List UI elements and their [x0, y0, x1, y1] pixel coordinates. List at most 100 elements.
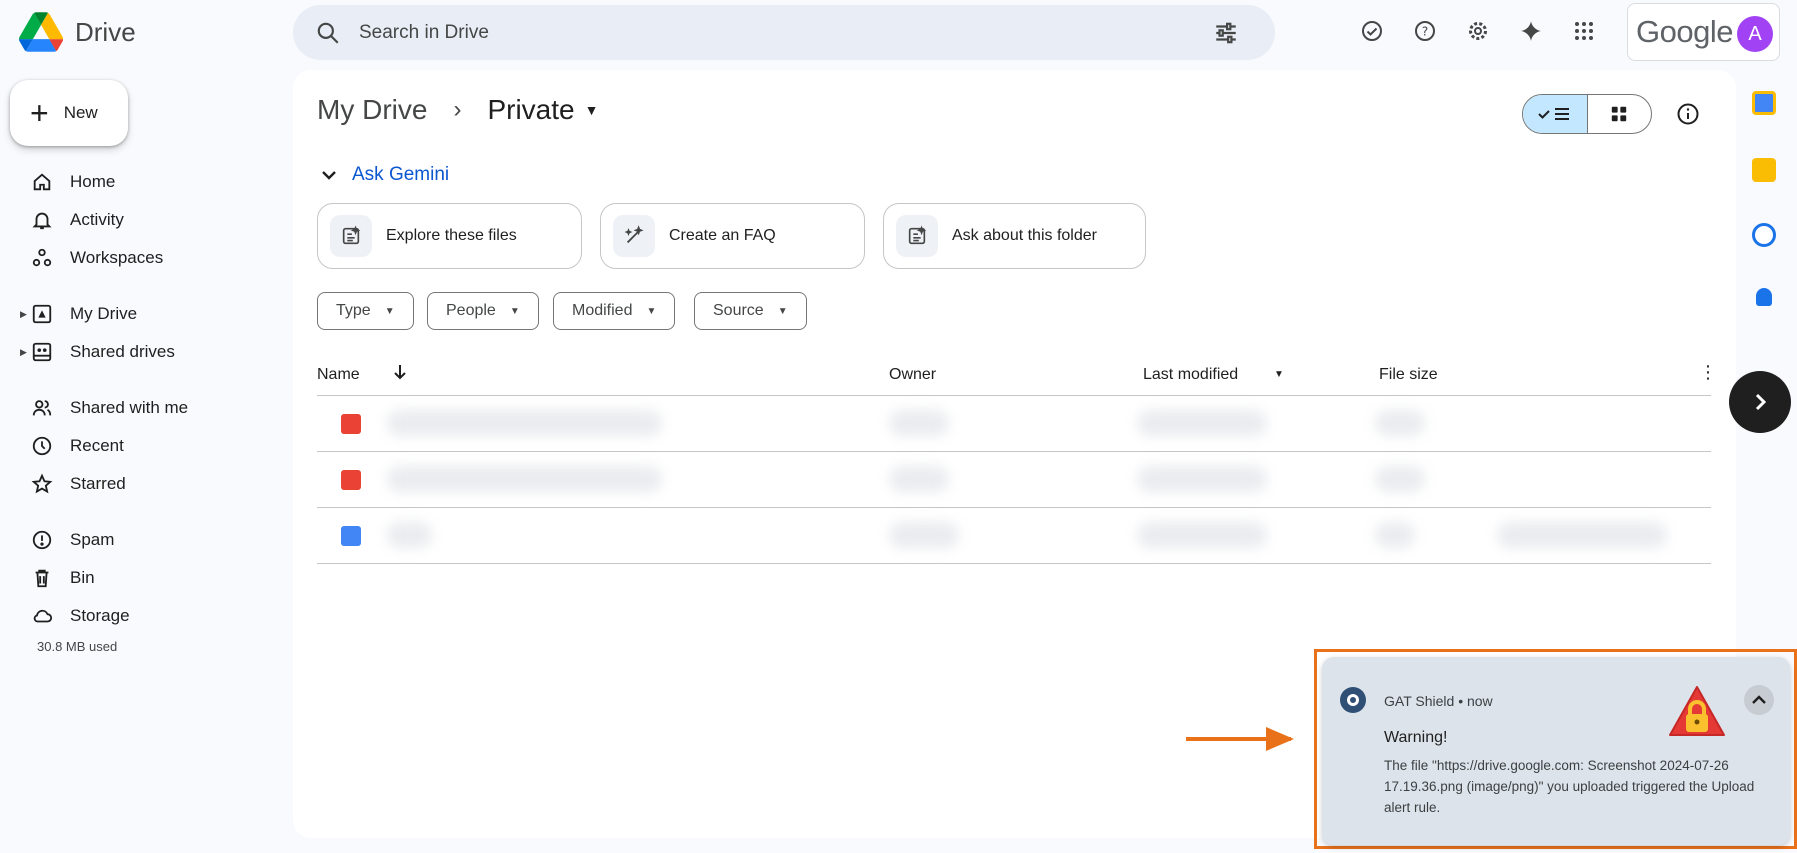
redacted-size [1375, 410, 1425, 436]
bell-icon [29, 207, 55, 233]
list-view-button[interactable] [1523, 95, 1588, 133]
sidebar-item-spam[interactable]: Spam [0, 522, 270, 558]
notification-title: Warning! [1384, 729, 1448, 746]
filter-source[interactable]: Source ▼ [694, 292, 807, 330]
info-icon[interactable] [1676, 102, 1700, 126]
expand-arrow-icon[interactable]: ▶ [20, 347, 27, 358]
sidebar-item-label: Activity [70, 210, 124, 229]
gemini-card-label: Create an FAQ [669, 227, 776, 244]
offline-ready-icon[interactable] [1357, 16, 1387, 46]
grid-view-button[interactable] [1588, 95, 1652, 133]
gemini-card-explore[interactable]: Explore these files [317, 203, 582, 269]
search-bar[interactable]: Search in Drive [293, 5, 1275, 60]
image-file-icon [341, 414, 361, 434]
breadcrumb: My Drive › Private ▼ [317, 94, 598, 126]
search-input[interactable]: Search in Drive [359, 22, 489, 44]
gemini-sparkle-icon[interactable] [1516, 16, 1546, 46]
chevron-right-icon [1755, 393, 1767, 411]
sidebar-item-storage[interactable]: Storage [0, 598, 270, 634]
gemini-card-label: Explore these files [386, 227, 517, 244]
gemini-card-label: Ask about this folder [952, 227, 1097, 244]
avatar[interactable]: A [1737, 16, 1773, 52]
column-file-size[interactable]: File size [1379, 366, 1438, 384]
sidebar-item-starred[interactable]: Starred [0, 466, 270, 502]
redacted-size [1375, 522, 1415, 548]
annotation-arrow-head [1266, 727, 1294, 751]
people-icon [29, 395, 55, 421]
view-toggle [1522, 94, 1652, 134]
image-file-icon [341, 470, 361, 490]
redacted-owner [889, 522, 959, 548]
notification-body: The file "https://drive.google.com: Scre… [1384, 758, 1755, 815]
contacts-icon[interactable] [1756, 288, 1772, 306]
caret-down-icon: ▼ [777, 305, 788, 317]
tasks-icon[interactable] [1752, 223, 1776, 247]
new-button[interactable]: + New [10, 80, 128, 146]
settings-gear-icon[interactable] [1463, 16, 1493, 46]
filter-modified[interactable]: Modified ▼ [553, 292, 676, 330]
notification-source: GAT Shield • now [1384, 693, 1493, 709]
search-icon[interactable] [315, 20, 341, 46]
sidebar-item-shared-with-me[interactable]: Shared with me [0, 390, 270, 426]
account-switcher[interactable]: Google A [1627, 3, 1780, 61]
filter-label: Modified [572, 302, 633, 319]
notification-toast[interactable]: GAT Shield • now Warning! The file "http… [1322, 657, 1790, 845]
plus-icon: + [30, 95, 49, 131]
gemini-card-ask-folder[interactable]: Ask about this folder [883, 203, 1146, 269]
column-name[interactable]: Name [317, 366, 360, 384]
calendar-icon[interactable] [1752, 91, 1776, 115]
filter-type[interactable]: Type ▼ [317, 292, 414, 330]
filter-people[interactable]: People ▼ [427, 292, 539, 330]
ask-gemini-label: Ask Gemini [352, 164, 450, 185]
expand-side-panel-button[interactable] [1729, 371, 1791, 433]
sidebar-item-label: Spam [70, 530, 115, 549]
app-name: Drive [75, 16, 136, 47]
sidebar-item-activity[interactable]: Activity [0, 202, 270, 238]
search-options-icon[interactable] [1213, 20, 1239, 46]
drive-logo[interactable]: Drive [19, 12, 136, 52]
table-row[interactable] [317, 452, 1711, 508]
check-list-icon [1538, 108, 1569, 120]
sidebar-item-recent[interactable]: Recent [0, 428, 270, 464]
grid-icon [1612, 106, 1627, 122]
collapse-chevron-up-icon[interactable] [1744, 685, 1774, 715]
redacted-filename [387, 522, 432, 548]
caret-down-icon[interactable]: ▼ [585, 102, 599, 118]
table-row[interactable] [317, 396, 1711, 452]
breadcrumb-root[interactable]: My Drive [317, 94, 427, 126]
chevron-down-icon [322, 167, 336, 183]
filter-label: Type [336, 302, 371, 319]
redacted-size [1375, 466, 1425, 492]
sort-down-arrow-icon[interactable] [392, 363, 408, 386]
sidebar-item-shared-drives[interactable]: ▶ Shared drives [0, 334, 270, 370]
breadcrumb-current[interactable]: Private [487, 94, 574, 126]
caret-down-icon[interactable]: ▼ [1274, 369, 1284, 380]
table-row[interactable] [317, 508, 1711, 564]
apps-grid-icon[interactable] [1569, 16, 1599, 46]
keep-icon[interactable] [1752, 158, 1776, 182]
star-icon [29, 471, 55, 497]
gemini-card-faq[interactable]: Create an FAQ [600, 203, 865, 269]
sidebar-item-label: Storage [70, 606, 130, 625]
help-icon[interactable]: ? [1410, 16, 1440, 46]
sidebar-item-bin[interactable]: Bin [0, 560, 270, 596]
caret-down-icon: ▼ [646, 305, 657, 317]
sidebar-item-workspaces[interactable]: Workspaces [0, 240, 270, 276]
more-vert-icon[interactable]: ⋮ [1699, 362, 1717, 383]
my-drive-icon [29, 301, 55, 327]
sidebar-item-my-drive[interactable]: ▶ My Drive [0, 296, 270, 332]
gat-shield-icon [1340, 687, 1366, 713]
column-last-modified[interactable]: Last modified [1143, 366, 1238, 384]
column-owner[interactable]: Owner [889, 366, 936, 384]
expand-arrow-icon[interactable]: ▶ [20, 309, 27, 320]
spam-icon [29, 527, 55, 553]
redacted-actions [1497, 522, 1667, 548]
ask-folder-icon [896, 215, 938, 257]
notification-time: now [1466, 693, 1493, 709]
ask-gemini-toggle[interactable]: Ask Gemini [322, 164, 449, 186]
sidebar-item-label: Shared drives [70, 342, 175, 361]
explore-files-icon [330, 215, 372, 257]
sidebar-item-label: Recent [70, 436, 124, 455]
redacted-filename [387, 466, 662, 492]
sidebar-item-home[interactable]: Home [0, 164, 270, 200]
